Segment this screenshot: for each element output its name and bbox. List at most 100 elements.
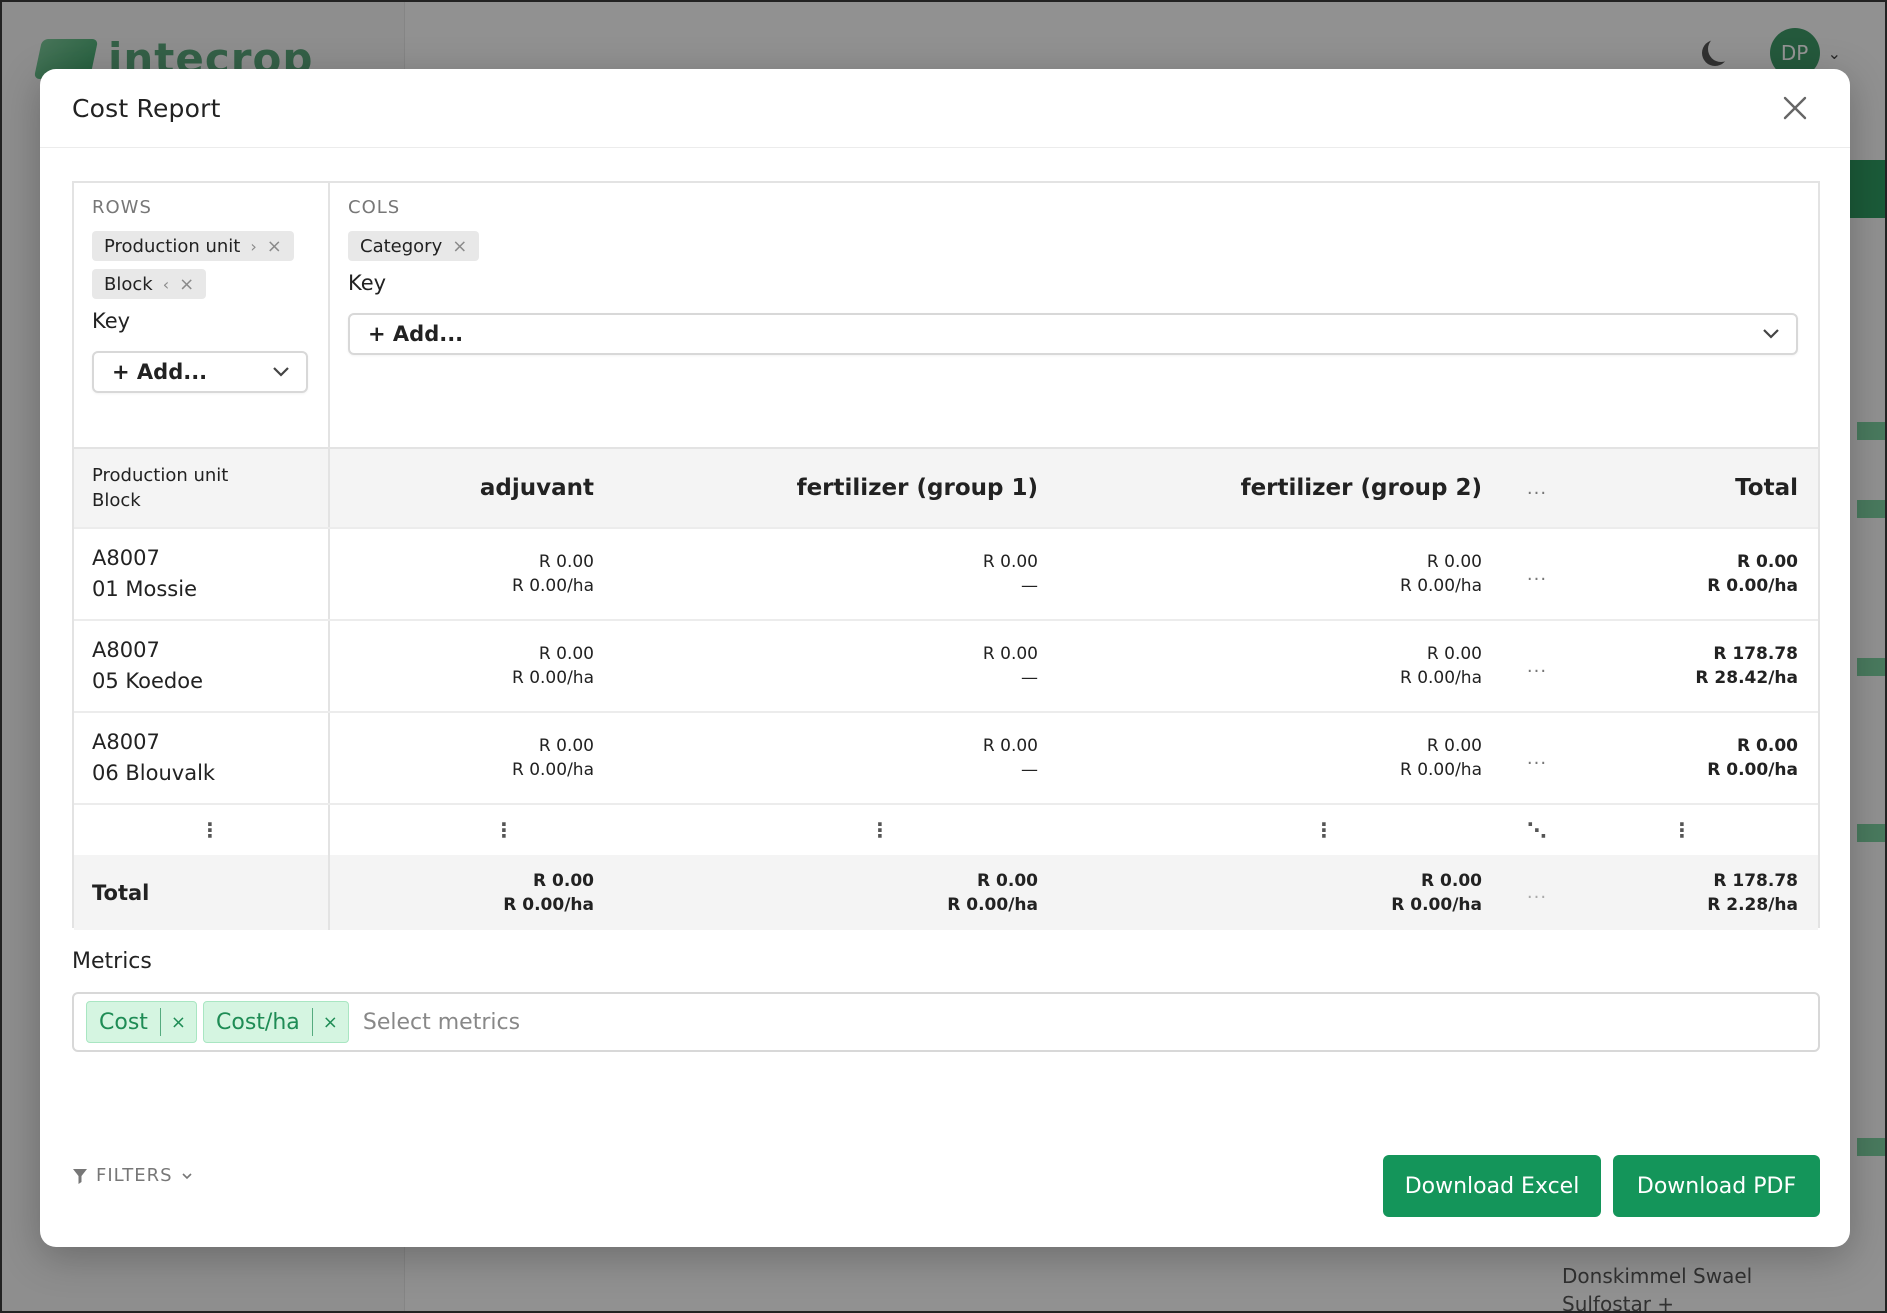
report-table: Production unit Block adjuvant fertilize… — [74, 447, 1818, 930]
cols-add-select[interactable]: + Add... — [348, 313, 1798, 355]
rows-key-label: Key — [92, 309, 131, 333]
tag-separator — [311, 1008, 313, 1036]
row-header-title: Block — [92, 490, 141, 511]
production-unit: A8007 — [92, 638, 160, 662]
download-pdf-button[interactable]: Download PDF — [1613, 1155, 1820, 1217]
add-select-label: + Add... — [368, 322, 464, 346]
cell-more[interactable]: ... — [1482, 529, 1592, 619]
filters-toggle[interactable]: FILTERS — [72, 1165, 193, 1186]
cost-per-ha-value: R 0.00/ha — [947, 894, 1038, 915]
chip-label: Production unit — [104, 235, 241, 257]
chevron-left-icon[interactable]: ‹ — [163, 275, 169, 294]
cost-per-ha-value: R 0.00/ha — [1400, 668, 1482, 688]
column-header-label: Total — [1735, 475, 1798, 501]
more-rows-row[interactable]: ⋮ ⋮ ⋮ ⋮ ⋱ ⋮ — [74, 803, 1818, 855]
cost-value: R 0.00 — [1737, 552, 1798, 572]
cell-fertilizer-group-1: ⋮ — [594, 805, 1038, 855]
row-chip-production-unit[interactable]: Production unit › × — [92, 231, 294, 261]
remove-icon[interactable]: × — [452, 236, 467, 257]
more-rows-icon: ⋮ — [1314, 818, 1334, 842]
cols-label: COLS — [348, 197, 401, 218]
cost-value: R 0.00 — [1426, 644, 1482, 664]
row-header-title: Production unit — [92, 465, 229, 486]
more-icon: ... — [1526, 563, 1548, 585]
block-name: 01 Mossie — [92, 577, 197, 601]
chevron-right-icon[interactable]: › — [250, 237, 256, 256]
pivot-table: ROWS Production unit › × Block ‹ × Key +… — [72, 181, 1820, 930]
column-header-more[interactable]: ... — [1482, 449, 1592, 527]
cell-fertilizer-group-1: R 0.00 R 0.00/ha — [594, 855, 1038, 930]
cost-value: R 0.00 — [533, 870, 594, 891]
more-icon: ... — [1526, 882, 1548, 903]
metrics-placeholder[interactable]: Select metrics — [363, 1010, 520, 1035]
cost-per-ha-value: R 0.00/ha — [512, 760, 594, 780]
chip-label: Block — [104, 273, 153, 295]
metrics-select[interactable]: Cost × Cost/ha × Select metrics — [72, 992, 1820, 1052]
tag-separator — [159, 1008, 161, 1036]
metric-tag-label: Cost — [99, 1009, 148, 1035]
cost-value: R 0.00 — [982, 552, 1038, 572]
more-rows-icon: ⋮ — [494, 818, 514, 842]
filter-icon — [73, 1168, 87, 1184]
cols-config: COLS Category × Key + Add... — [330, 183, 1818, 447]
more-rows-icon: ⋮ — [200, 818, 220, 842]
row-label-cell: A8007 06 Blouvalk — [74, 713, 330, 803]
cell-more[interactable]: ... — [1482, 855, 1592, 930]
cost-value: R 178.78 — [1713, 870, 1798, 891]
chevron-down-icon — [181, 1172, 192, 1179]
cell-adjuvant: R 0.00 R 0.00/ha — [330, 713, 594, 803]
column-header-fertilizer-group-2[interactable]: fertilizer (group 2) — [1038, 449, 1482, 527]
cost-per-ha-value: — — [1021, 668, 1038, 688]
cost-per-ha-value: R 0.00/ha — [512, 668, 594, 688]
production-unit: A8007 — [92, 546, 160, 570]
column-header-fertilizer-group-1[interactable]: fertilizer (group 1) — [594, 449, 1038, 527]
modal-title: Cost Report — [72, 93, 221, 123]
remove-icon[interactable]: × — [313, 1012, 348, 1033]
cell-more[interactable]: ... — [1482, 713, 1592, 803]
cell-fertilizer-group-2: R 0.00 R 0.00/ha — [1038, 529, 1482, 619]
cost-value: R 0.00 — [1421, 870, 1482, 891]
cost-value: R 0.00 — [1426, 736, 1482, 756]
rows-add-select[interactable]: + Add... — [92, 351, 308, 393]
rows-config: ROWS Production unit › × Block ‹ × Key +… — [74, 183, 330, 447]
download-excel-button[interactable]: Download Excel — [1383, 1155, 1601, 1217]
remove-icon[interactable]: × — [179, 274, 194, 295]
cost-per-ha-value: — — [1021, 760, 1038, 780]
cell-adjuvant: ⋮ — [330, 805, 594, 855]
remove-icon[interactable]: × — [267, 236, 282, 257]
cost-value: R 0.00 — [538, 736, 594, 756]
close-button[interactable] — [1778, 91, 1812, 125]
remove-icon[interactable]: × — [161, 1012, 196, 1033]
more-cells-icon: ⋱ — [1527, 818, 1547, 842]
column-header-total[interactable]: Total — [1592, 449, 1798, 527]
close-icon — [1783, 96, 1807, 120]
cost-value: R 0.00 — [1426, 552, 1482, 572]
row-chip-block[interactable]: Block ‹ × — [92, 269, 207, 299]
col-chip-category[interactable]: Category × — [348, 231, 480, 261]
more-icon: ... — [1526, 655, 1548, 677]
cell-fertilizer-group-2: R 0.00 R 0.00/ha — [1038, 621, 1482, 711]
cell-fertilizer-group-1: R 0.00 — — [594, 713, 1038, 803]
production-unit: A8007 — [92, 730, 160, 754]
cost-per-ha-value: R 0.00/ha — [503, 894, 594, 915]
metrics-label: Metrics — [72, 949, 152, 974]
add-select-label: + Add... — [112, 360, 208, 384]
row-label-cell: A8007 05 Koedoe — [74, 621, 330, 711]
cost-per-ha-value: R 0.00/ha — [1400, 576, 1482, 596]
table-row: A8007 01 Mossie R 0.00 R 0.00/ha R 0.00— … — [74, 527, 1818, 619]
row-label-cell: A8007 01 Mossie — [74, 529, 330, 619]
cost-value: R 178.78 — [1713, 644, 1798, 664]
cost-value: R 0.00 — [1737, 736, 1798, 756]
cost-per-ha-value: R 0.00/ha — [1391, 894, 1482, 915]
cell-more: ⋱ — [1482, 805, 1592, 855]
table-header-row: Production unit Block adjuvant fertilize… — [74, 447, 1818, 527]
cost-per-ha-value: R 0.00/ha — [1707, 760, 1798, 780]
column-header-adjuvant[interactable]: adjuvant — [330, 449, 594, 527]
cost-per-ha-value: — — [1021, 576, 1038, 596]
cell-fertilizer-group-2: ⋮ — [1038, 805, 1482, 855]
column-header-label: adjuvant — [479, 475, 594, 501]
cell-more[interactable]: ... — [1482, 621, 1592, 711]
cell-total: ⋮ — [1592, 805, 1798, 855]
cell-adjuvant: R 0.00 R 0.00/ha — [330, 529, 594, 619]
cell-adjuvant: R 0.00 R 0.00/ha — [330, 621, 594, 711]
